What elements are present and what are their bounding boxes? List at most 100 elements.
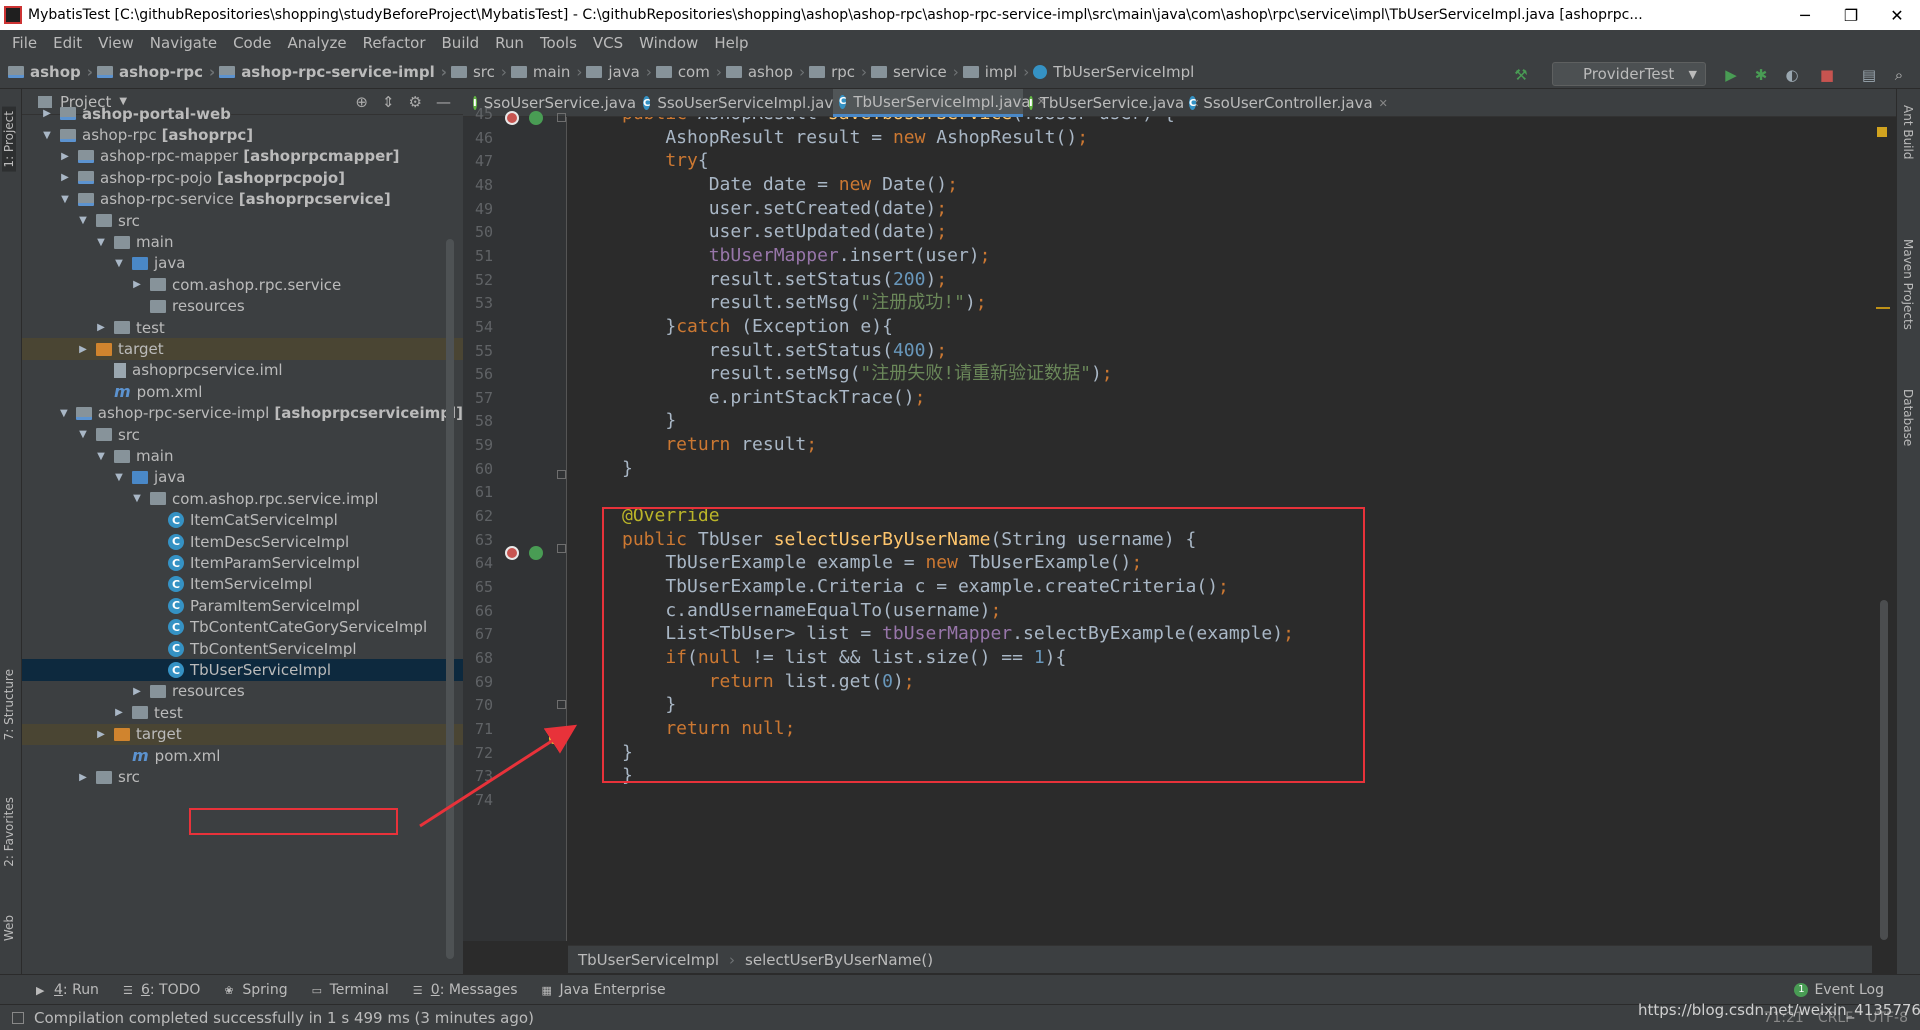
- run-configuration-select[interactable]: ProviderTest ▼: [1552, 62, 1706, 86]
- nav-crumb[interactable]: ashop ›: [8, 63, 93, 81]
- collapsed-arrow-icon[interactable]: ▶: [112, 707, 126, 718]
- nav-crumb[interactable]: ashop-rpc-service-impl ›: [219, 63, 447, 81]
- error-stripe-mark[interactable]: [1876, 307, 1890, 309]
- menu-code[interactable]: Code: [225, 34, 279, 52]
- editor-scrollbar[interactable]: [1880, 600, 1888, 940]
- menu-edit[interactable]: Edit: [45, 34, 90, 52]
- expanded-arrow-icon[interactable]: ▼: [76, 215, 90, 226]
- menu-build[interactable]: Build: [434, 34, 488, 52]
- menu-vcs[interactable]: VCS: [585, 34, 631, 52]
- tool-tab-project[interactable]: 1: Project: [2, 107, 16, 172]
- hammer-build-icon[interactable]: ⚒: [1512, 66, 1530, 84]
- tree-node[interactable]: C TbContentCateGoryServiceImpl: [22, 617, 463, 638]
- tree-node[interactable]: C ItemDescServiceImpl: [22, 531, 463, 552]
- search-icon[interactable]: ⌕: [1890, 66, 1908, 84]
- bottom-tab[interactable]: ▭ Terminal: [312, 982, 389, 998]
- tool-tab-structure[interactable]: 7: Structure: [2, 669, 16, 740]
- tool-tab-maven[interactable]: Maven Projects: [1901, 239, 1915, 330]
- override-marker-icon[interactable]: [529, 111, 543, 125]
- tree-node[interactable]: ▶ com.ashop.rpc.service: [22, 274, 463, 295]
- debug-icon[interactable]: ✱: [1752, 66, 1770, 84]
- nav-crumb[interactable]: com ›: [655, 63, 722, 81]
- tree-node[interactable]: ▶ resources: [22, 681, 463, 702]
- tree-node[interactable]: ▼ ashop-rpc-service-impl [ashoprpcservicei…: [22, 403, 463, 424]
- editor-tab[interactable]: C TbUserServiceImpl.java ✕: [833, 89, 1046, 117]
- expanded-arrow-icon[interactable]: ▼: [58, 194, 72, 205]
- tree-node[interactable]: ▶ ashop-rpc-pojo [ashoprpcpojo]: [22, 167, 463, 188]
- status-toggle-icon[interactable]: [12, 1011, 24, 1024]
- breadcrumb-class[interactable]: TbUserServiceImpl: [578, 951, 719, 969]
- menu-run[interactable]: Run: [487, 34, 532, 52]
- tree-node[interactable]: ▶ test: [22, 317, 463, 338]
- tree-node[interactable]: ▼ main: [22, 231, 463, 252]
- tree-node[interactable]: ▶ test: [22, 702, 463, 723]
- expanded-arrow-icon[interactable]: ▼: [58, 408, 70, 419]
- tree-node[interactable]: ▼ src: [22, 210, 463, 231]
- tree-node[interactable]: ▼ java: [22, 253, 463, 274]
- override-marker-icon[interactable]: [529, 546, 543, 560]
- collapsed-arrow-icon[interactable]: ▶: [58, 172, 72, 183]
- fold-marker-icon[interactable]: [557, 734, 566, 743]
- menu-window[interactable]: Window: [631, 34, 706, 52]
- expanded-arrow-icon[interactable]: ▼: [76, 429, 90, 440]
- tree-node[interactable]: ▼ ashop-rpc [ashoprpc]: [22, 124, 463, 145]
- tool-tab-web[interactable]: Web: [2, 915, 16, 941]
- tree-node[interactable]: ▼ ashop-rpc-service [ashoprpcservice]: [22, 189, 463, 210]
- stop-icon[interactable]: ■: [1818, 66, 1836, 84]
- tree-node[interactable]: ▼ java: [22, 467, 463, 488]
- tree-node[interactable]: ▼ com.ashop.rpc.service.impl: [22, 488, 463, 509]
- menu-file[interactable]: File: [4, 34, 45, 52]
- collapsed-arrow-icon[interactable]: ▶: [58, 151, 72, 162]
- bottom-tab[interactable]: ☰ 0: Messages: [413, 982, 518, 998]
- expanded-arrow-icon[interactable]: ▼: [94, 451, 108, 462]
- expanded-arrow-icon[interactable]: ▼: [112, 258, 126, 269]
- menu-refactor[interactable]: Refactor: [355, 34, 434, 52]
- collapsed-arrow-icon[interactable]: ▶: [76, 344, 90, 355]
- minimize-button[interactable]: ─: [1782, 0, 1828, 30]
- warning-indicator-icon[interactable]: [1877, 127, 1887, 137]
- tree-scrollbar[interactable]: [446, 239, 454, 959]
- tree-node[interactable]: ▼ main: [22, 445, 463, 466]
- tool-tab-ant-build[interactable]: Ant Build: [1901, 105, 1915, 159]
- tree-node[interactable]: m pom.xml: [22, 745, 463, 766]
- bottom-tab[interactable]: ▦ Java Enterprise: [542, 982, 666, 998]
- nav-crumb[interactable]: service ›: [871, 63, 959, 81]
- nav-crumb[interactable]: main ›: [510, 63, 582, 81]
- editor-tab[interactable]: CSsoUserServiceImpl.java✕: [637, 89, 858, 117]
- tree-node[interactable]: ▶ ashop-portal-web: [22, 103, 463, 124]
- collapsed-arrow-icon[interactable]: ▶: [94, 729, 108, 740]
- tree-node[interactable]: ▶ target: [22, 723, 463, 745]
- restore-button[interactable]: ❐: [1828, 0, 1874, 30]
- editor-tab[interactable]: ITbUserService.java✕: [1023, 89, 1199, 117]
- tree-node[interactable]: C ItemCatServiceImpl: [22, 510, 463, 531]
- tree-node[interactable]: ashoprpcservice.iml: [22, 360, 463, 381]
- fold-marker-icon[interactable]: [557, 544, 566, 553]
- expanded-arrow-icon[interactable]: ▼: [94, 237, 108, 248]
- menu-help[interactable]: Help: [706, 34, 756, 52]
- expanded-arrow-icon[interactable]: ▼: [40, 130, 54, 141]
- expanded-arrow-icon[interactable]: ▼: [130, 493, 144, 504]
- bottom-tab[interactable]: ❀ Spring: [224, 982, 287, 998]
- tool-tab-favorites[interactable]: 2: Favorites: [2, 797, 16, 867]
- nav-crumb[interactable]: rpc ›: [809, 63, 867, 81]
- bottom-tab[interactable]: ▶ 4: Run: [36, 982, 99, 998]
- tree-node[interactable]: C TbUserServiceImpl: [22, 659, 463, 681]
- fold-marker-icon[interactable]: [557, 470, 566, 479]
- tree-node[interactable]: C ParamItemServiceImpl: [22, 595, 463, 616]
- collapsed-arrow-icon[interactable]: ▶: [40, 108, 54, 119]
- nav-crumb[interactable]: TbUserServiceImpl: [1033, 63, 1194, 81]
- nav-crumb[interactable]: ashop-rpc ›: [96, 63, 215, 81]
- collapsed-arrow-icon[interactable]: ▶: [94, 322, 108, 333]
- bottom-tab[interactable]: ☰ 6: TODO: [123, 982, 200, 998]
- nav-crumb[interactable]: ashop ›: [725, 63, 805, 81]
- tree-node[interactable]: m pom.xml: [22, 381, 463, 402]
- editor-tab[interactable]: C SsoUserController.java ✕: [1183, 89, 1388, 117]
- menu-tools[interactable]: Tools: [532, 34, 585, 52]
- tree-node[interactable]: ▶ src: [22, 766, 463, 787]
- tree-node[interactable]: C ItemParamServiceImpl: [22, 552, 463, 573]
- menu-navigate[interactable]: Navigate: [142, 34, 225, 52]
- event-log-button[interactable]: 1 Event Log: [1794, 982, 1884, 998]
- collapsed-arrow-icon[interactable]: ▶: [76, 772, 90, 783]
- coverage-icon[interactable]: ◐: [1783, 66, 1801, 84]
- tree-node[interactable]: C TbContentServiceImpl: [22, 638, 463, 659]
